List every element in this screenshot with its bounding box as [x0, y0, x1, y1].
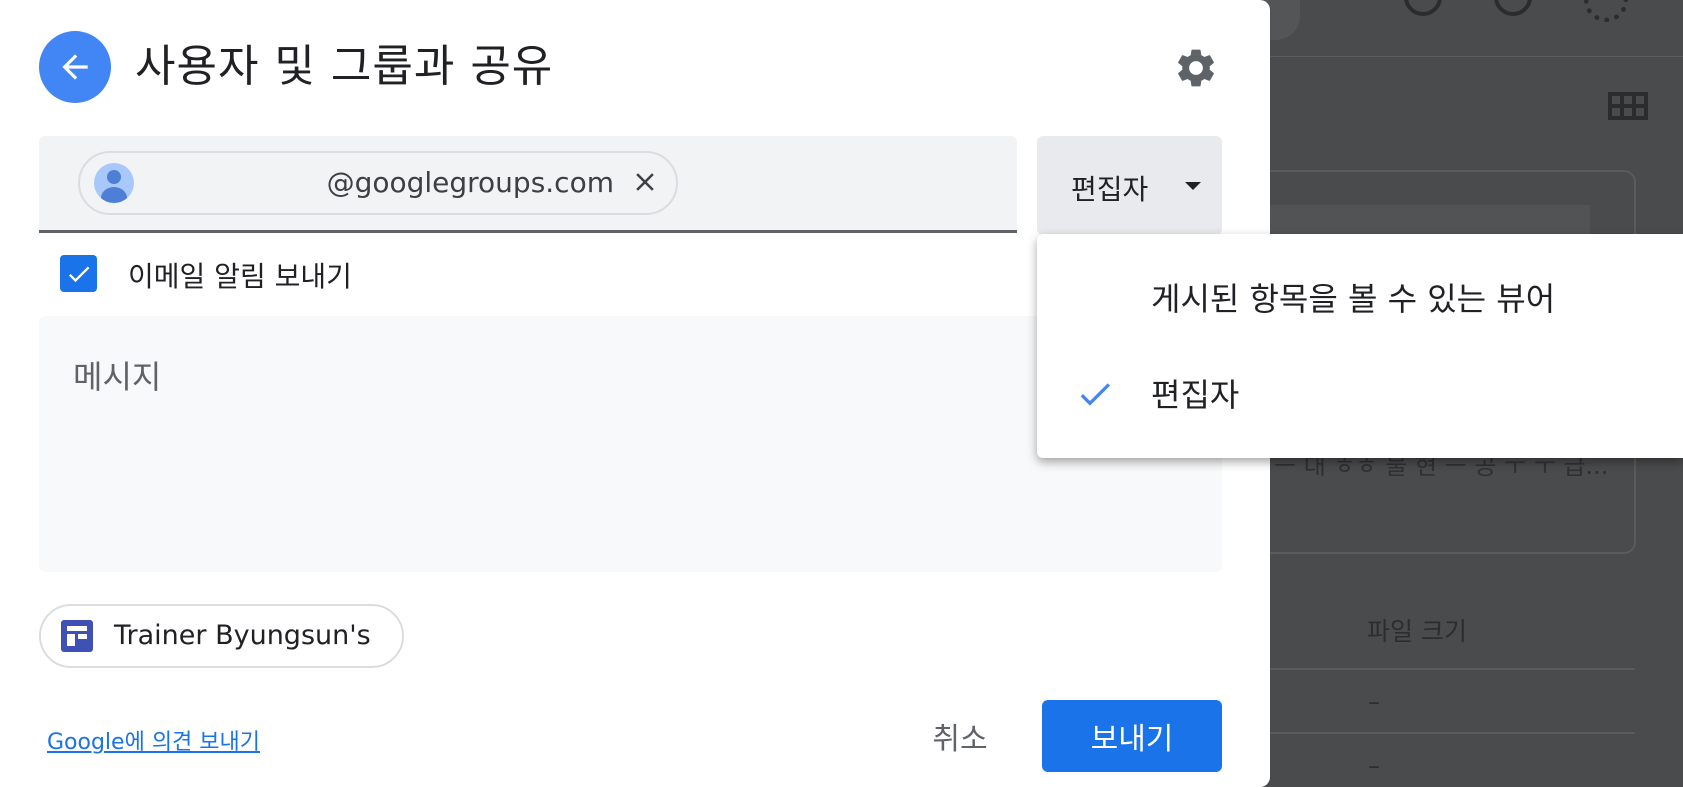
background-card-inner	[1240, 205, 1590, 235]
shared-file-name: Trainer Byungsun's	[114, 620, 371, 651]
gear-icon	[1178, 49, 1214, 87]
shared-file-chip: Trainer Byungsun's	[39, 604, 404, 668]
checkmark-icon	[1080, 383, 1110, 406]
recipient-chip[interactable]: @googlegroups.com	[78, 151, 678, 215]
recipient-input[interactable]: @googlegroups.com	[39, 136, 1017, 233]
role-menu: 게시된 항목을 볼 수 있는 뷰어 편집자	[1037, 234, 1683, 458]
background-row-divider	[1270, 732, 1635, 734]
recipient-email: @googlegroups.com	[326, 166, 614, 199]
background-grid-view-icon	[1608, 92, 1648, 120]
role-option-editor[interactable]: 편집자	[1037, 344, 1683, 440]
background-size-value: –	[1368, 688, 1380, 716]
close-icon	[636, 173, 654, 191]
background-row-divider	[1270, 668, 1635, 670]
role-selected-label: 편집자	[1071, 173, 1149, 206]
role-dropdown-button[interactable]: 편집자	[1037, 136, 1222, 235]
background-divider	[1270, 56, 1683, 57]
background-column-header: 파일 크기	[1367, 617, 1467, 646]
cancel-button[interactable]: 취소	[905, 700, 1015, 772]
arrow-left-icon	[62, 54, 88, 80]
send-button[interactable]: 보내기	[1042, 700, 1222, 772]
message-placeholder: 메시지	[73, 358, 162, 396]
notify-checkbox[interactable]	[60, 255, 97, 292]
send-feedback-link[interactable]: Google에 의견 보내기	[47, 724, 260, 756]
role-option-viewer[interactable]: 게시된 항목을 볼 수 있는 뷰어	[1037, 248, 1683, 344]
remove-recipient-button[interactable]	[626, 163, 664, 201]
share-settings-button[interactable]	[1172, 44, 1220, 92]
back-button[interactable]	[39, 31, 111, 103]
dialog-title: 사용자 및 그룹과 공유	[135, 41, 554, 92]
background-size-value: –	[1368, 752, 1380, 780]
notify-label: 이메일 알림 보내기	[128, 260, 352, 293]
person-avatar-icon	[94, 163, 134, 203]
caret-down-icon	[1185, 182, 1201, 190]
role-option-label: 게시된 항목을 볼 수 있는 뷰어	[1151, 280, 1556, 318]
checkmark-icon	[68, 266, 89, 282]
role-option-label: 편집자	[1151, 376, 1240, 414]
google-sites-icon	[61, 620, 93, 652]
